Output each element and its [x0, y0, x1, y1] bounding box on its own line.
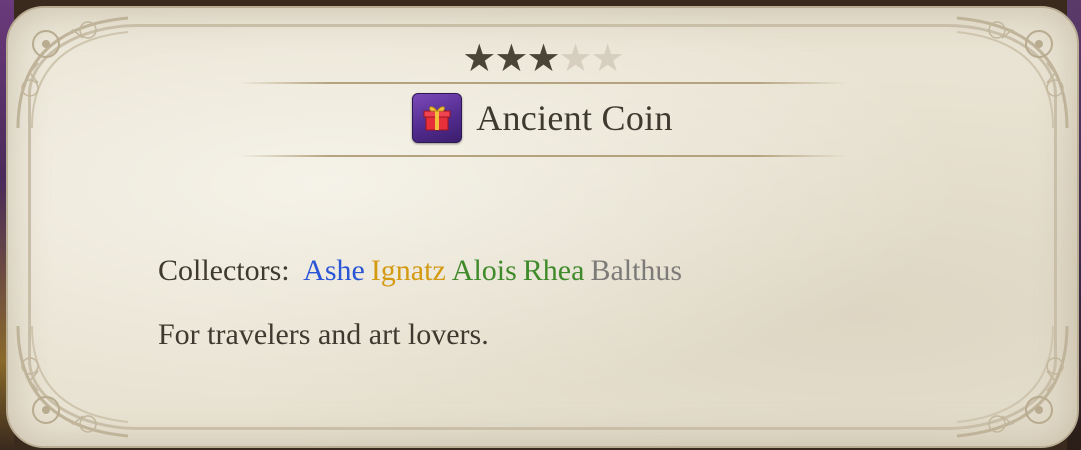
star-empty-icon: ★: [558, 36, 593, 80]
gift-icon: [412, 93, 463, 143]
collectors-line: Collectors: Ashe Ignatz Alois Rhea Balthus: [158, 254, 682, 288]
collector-name: Rhea: [522, 254, 585, 287]
divider: [238, 155, 847, 157]
card-border: [28, 24, 1057, 430]
collector-name: Balthus: [590, 254, 683, 287]
star-filled-icon: ★: [526, 36, 560, 80]
corner-ornament-icon: [956, 325, 1069, 438]
corner-ornament-icon: [16, 325, 129, 438]
divider: [238, 82, 847, 84]
star-rating: ★★★★★: [8, 36, 1077, 80]
collector-name: Ashe: [303, 254, 365, 287]
item-info-card: ★★★★★ Ancient Coin Collectors: Ashe Ignat…: [6, 6, 1079, 448]
star-empty-icon: ★: [590, 36, 625, 80]
item-description: For travelers and art lovers.: [158, 318, 489, 351]
star-filled-icon: ★: [462, 36, 496, 80]
collectors-label: Collectors:: [158, 254, 290, 287]
star-filled-icon: ★: [494, 36, 528, 80]
collector-name: Alois: [451, 254, 517, 287]
collector-name: Ignatz: [370, 254, 446, 287]
item-name: Ancient Coin: [476, 98, 673, 138]
item-header: Ancient Coin: [8, 92, 1077, 144]
